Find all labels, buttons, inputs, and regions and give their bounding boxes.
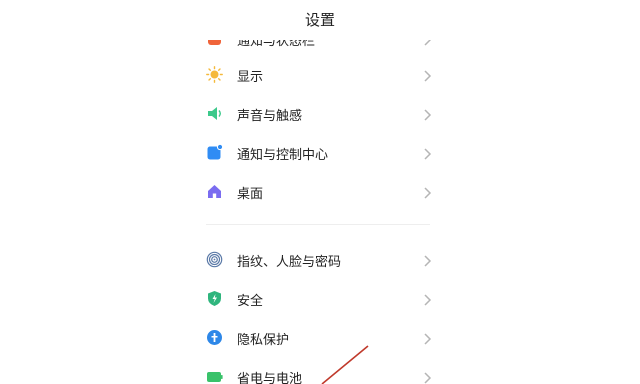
settings-item-label: 桌面 <box>237 187 264 202</box>
settings-item-display[interactable]: 显示 <box>196 55 446 94</box>
settings-item-label: 通知与控制中心 <box>237 148 329 163</box>
fingerprint-icon <box>206 251 223 268</box>
settings-item-label: 指纹、人脸与密码 <box>237 255 342 270</box>
settings-screen: 通知与状态栏 显示 声音与触感 通知与控制中心 桌面 指纹、人脸与密码 安全 隐… <box>0 0 640 384</box>
chevron-right-icon <box>422 331 432 345</box>
chevron-right-icon <box>422 253 432 267</box>
annotation-arrow <box>321 345 369 384</box>
chevron-right-icon <box>422 107 432 121</box>
home-icon <box>206 183 223 200</box>
settings-item-notification-control[interactable]: 通知与控制中心 <box>196 133 446 172</box>
notification-icon <box>206 144 223 161</box>
settings-list: 通知与状态栏 显示 声音与触感 通知与控制中心 桌面 指纹、人脸与密码 安全 隐… <box>0 0 640 384</box>
battery-icon <box>206 368 223 384</box>
settings-item-label: 安全 <box>237 294 264 309</box>
shield-icon <box>206 290 223 307</box>
settings-item-label: 隐私保护 <box>237 333 290 348</box>
speaker-icon <box>206 105 223 122</box>
privacy-icon <box>206 329 223 346</box>
chevron-right-icon <box>422 292 432 306</box>
chevron-right-icon <box>422 370 432 384</box>
page-title: 设置 <box>304 11 335 29</box>
settings-item-desktop[interactable]: 桌面 <box>196 172 446 211</box>
header-bar: 设置 <box>0 0 640 40</box>
settings-item-security[interactable]: 安全 <box>196 279 446 318</box>
settings-item-fingerprint[interactable]: 指纹、人脸与密码 <box>196 240 446 279</box>
settings-item-label: 声音与触感 <box>237 109 303 124</box>
settings-item-sound[interactable]: 声音与触感 <box>196 94 446 133</box>
settings-item-label: 省电与电池 <box>237 372 303 384</box>
chevron-right-icon <box>422 146 432 160</box>
chevron-right-icon <box>422 185 432 199</box>
section-divider <box>206 224 430 225</box>
sun-icon <box>206 66 223 83</box>
chevron-right-icon <box>422 68 432 82</box>
settings-item-label: 显示 <box>237 70 264 85</box>
